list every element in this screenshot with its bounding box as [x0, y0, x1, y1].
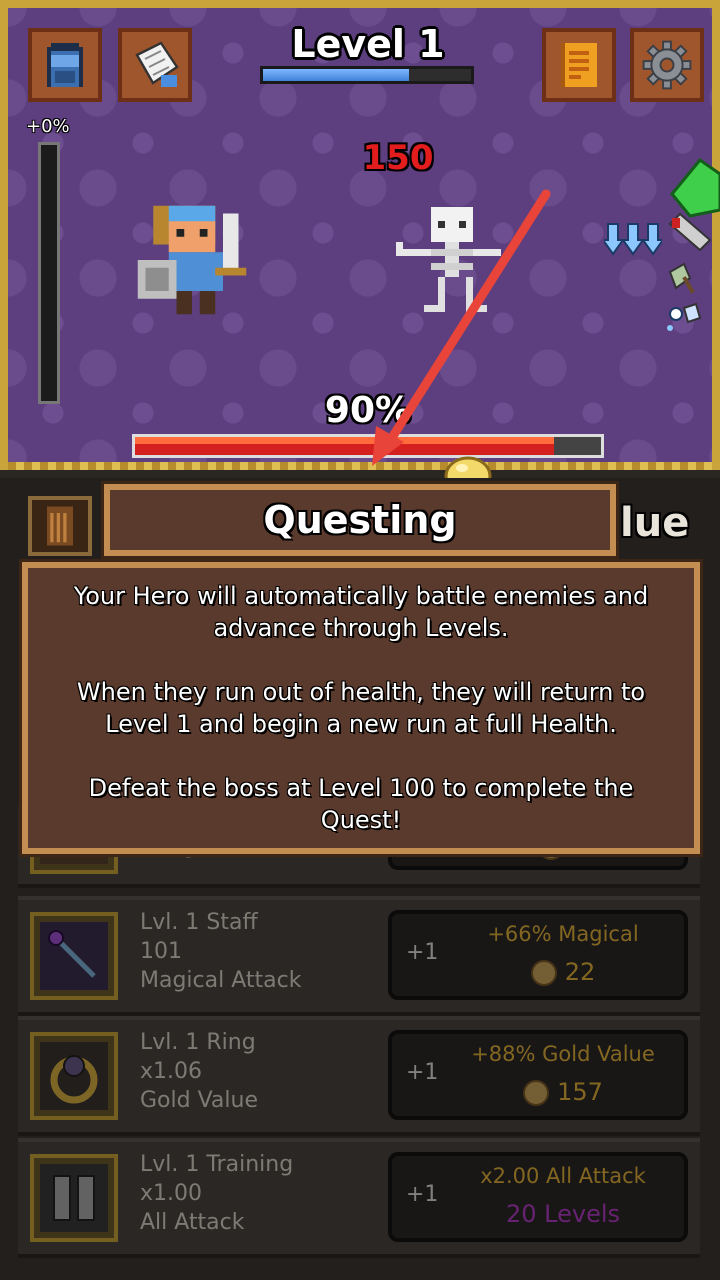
tooltip-paragraph-3: Defeat the boss at Level 100 to complete…	[88, 774, 634, 834]
damage-number: 150	[362, 138, 434, 178]
level-title: Level 1	[291, 22, 445, 66]
obscured-header-text: lue	[620, 500, 690, 546]
tooltip-paragraph-2: When they run out of health, they will r…	[76, 678, 646, 738]
hero-sprite	[137, 205, 247, 315]
book-icon	[561, 43, 597, 87]
vertical-bonus-bar	[38, 142, 60, 404]
scroll-icon	[135, 41, 179, 87]
hero-health-fill	[135, 437, 555, 455]
battle-scene: Level 1 +0% 150 90%	[0, 0, 720, 470]
skeleton-enemy	[396, 207, 501, 312]
hero-portrait-icon	[28, 496, 92, 556]
backpack-icon	[47, 43, 83, 87]
level-progress-bar	[260, 66, 474, 84]
inventory-button[interactable]	[28, 28, 102, 102]
bonus-percent-label: +0%	[26, 116, 70, 137]
quest-log-button[interactable]	[118, 28, 192, 102]
settings-button[interactable]	[630, 28, 704, 102]
magic-sparkle-icon	[667, 302, 702, 331]
dragon-enemy-icon	[668, 157, 720, 252]
tooltip-title: Questing	[263, 498, 457, 542]
tooltip-body[interactable]: Your Hero will automatically battle enem…	[19, 559, 703, 857]
axe-icon	[668, 262, 695, 294]
hero-health-percent: 90%	[324, 390, 412, 431]
journal-button[interactable]	[542, 28, 616, 102]
gear-icon	[642, 40, 692, 90]
debuff-arrows-icon	[604, 223, 662, 256]
hero-health-bar	[132, 434, 604, 458]
tooltip-paragraph-1: Your Hero will automatically battle enem…	[73, 582, 649, 642]
tooltip-title-box: Questing	[101, 481, 619, 559]
level-progress-fill	[263, 69, 409, 81]
